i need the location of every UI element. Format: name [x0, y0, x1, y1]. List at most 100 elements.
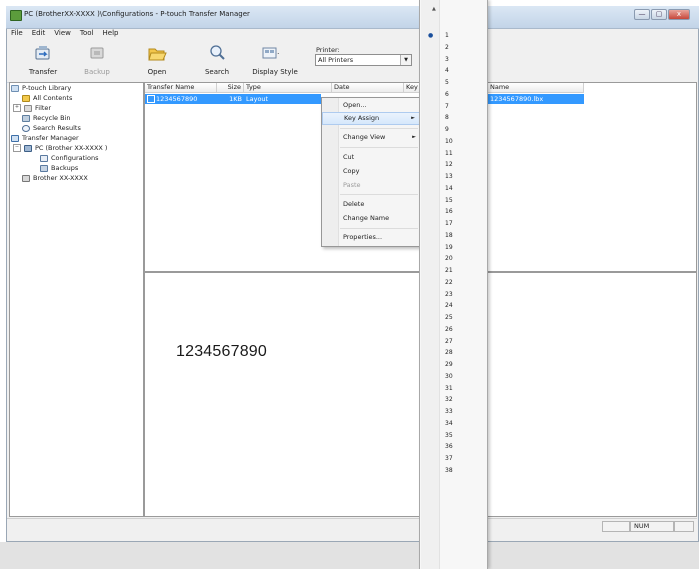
key-number-item[interactable]: ● 1	[420, 30, 487, 42]
tree-item-pc[interactable]: − PC (Brother XX-XXXX )	[13, 143, 107, 153]
key-number-item[interactable]: 16	[420, 206, 487, 218]
printer-value: All Printers	[318, 56, 354, 64]
key-number-item[interactable]: 32	[420, 394, 487, 406]
key-number-item[interactable]: 2	[420, 42, 487, 54]
ctx-change-name[interactable]: Change Name	[322, 212, 420, 225]
key-number-item[interactable]: 20	[420, 253, 487, 265]
tree-item-recycle-bin[interactable]: Recycle Bin	[22, 113, 70, 123]
menu-tool[interactable]: Tool	[80, 28, 94, 39]
tree-item-library[interactable]: P-touch Library	[11, 83, 71, 93]
column-name[interactable]: Name	[488, 83, 584, 93]
key-number-item[interactable]: 3	[420, 54, 487, 66]
key-number-item[interactable]: 27	[420, 336, 487, 348]
scroll-up-arrow-icon[interactable]: ▲	[432, 6, 436, 12]
maximize-button[interactable]: ▢	[651, 9, 667, 20]
close-button[interactable]: x	[668, 9, 690, 20]
row-transfer-name[interactable]: 1234567890	[145, 94, 217, 104]
key-number-item[interactable]: 34	[420, 418, 487, 430]
key-number-item[interactable]: 37	[420, 453, 487, 465]
key-number-item[interactable]: 30	[420, 371, 487, 383]
key-number-item[interactable]: 23	[420, 289, 487, 301]
menu-file[interactable]: File	[11, 28, 23, 39]
column-size[interactable]: Size	[217, 83, 244, 93]
key-number-list: ● 1 2 3 4 5 6 7 8 9 10 11 12 13 14 15 16 17 18 19 20 21 22 23 24…	[420, 30, 487, 477]
chevron-down-icon[interactable]: ▼	[400, 55, 411, 65]
tree-item-configurations[interactable]: Configurations	[40, 153, 98, 163]
key-number-label: 30	[445, 372, 453, 380]
key-number-item[interactable]: 29	[420, 359, 487, 371]
tree-item-label: P-touch Library	[22, 84, 72, 92]
key-number-label: 9	[445, 126, 449, 133]
menu-edit[interactable]: Edit	[32, 28, 46, 39]
key-number-item[interactable]: 24	[420, 300, 487, 312]
key-number-label: 28	[445, 349, 453, 357]
tree-item-all-contents[interactable]: All Contents	[22, 93, 72, 103]
key-number-item[interactable]: 18	[420, 230, 487, 242]
ctx-copy[interactable]: Copy	[322, 165, 420, 178]
key-number-item[interactable]: 35	[420, 430, 487, 442]
key-number-item[interactable]: 22	[420, 277, 487, 289]
key-number-item[interactable]: 17	[420, 218, 487, 230]
transfer-icon	[35, 46, 50, 60]
key-number-label: 33	[445, 408, 453, 415]
tree-item-transfer-manager[interactable]: Transfer Manager	[11, 133, 79, 143]
tree-item-label: Recycle Bin	[33, 114, 71, 122]
key-number-item[interactable]: 8	[420, 112, 487, 124]
key-number-item[interactable]: 13	[420, 171, 487, 183]
key-number-label: 21	[445, 267, 453, 274]
key-number-item[interactable]: 14	[420, 183, 487, 195]
column-date[interactable]: Date	[332, 83, 404, 93]
key-number-item[interactable]: 10	[420, 136, 487, 148]
key-number-item[interactable]: 7	[420, 101, 487, 113]
key-number-item[interactable]: 9	[420, 124, 487, 136]
key-number-item[interactable]: 36	[420, 441, 487, 453]
key-number-item[interactable]: 33	[420, 406, 487, 418]
column-type[interactable]: Type	[244, 83, 332, 93]
key-number-item[interactable]: 25	[420, 312, 487, 324]
key-number-item[interactable]: 11	[420, 148, 487, 160]
ctx-delete[interactable]: Delete	[322, 198, 420, 211]
key-number-item[interactable]: 19	[420, 242, 487, 254]
menu-help[interactable]: Help	[103, 28, 119, 39]
collapse-toggle-icon[interactable]: −	[13, 144, 21, 152]
preview-label-text: 1234567890	[176, 343, 267, 360]
backup-button[interactable]: Backup	[73, 42, 121, 80]
ctx-key-assign[interactable]: Key Assign ►	[322, 112, 420, 125]
search-button[interactable]: Search	[193, 42, 241, 80]
ctx-cut[interactable]: Cut	[322, 151, 420, 164]
row-transfer-name-text: 1234567890	[156, 95, 198, 103]
key-number-item[interactable]: 5	[420, 77, 487, 89]
column-transfer-name[interactable]: Transfer Name	[145, 83, 217, 93]
open-button[interactable]: Open	[133, 42, 181, 80]
window-title: PC (BrotherXX-XXXX )\Configurations - P-…	[24, 10, 250, 18]
transfer-button[interactable]: Transfer	[19, 42, 67, 80]
column-key-assign[interactable]: Key A	[404, 83, 420, 93]
search-label: Search	[204, 68, 230, 76]
key-number-item[interactable]: 6	[420, 89, 487, 101]
key-number-item[interactable]: 12	[420, 159, 487, 171]
ctx-change-view[interactable]: Change View ►	[322, 131, 420, 144]
ctx-paste[interactable]: Paste	[322, 179, 420, 192]
minimize-button[interactable]: —	[634, 9, 650, 20]
desktop-background	[0, 542, 699, 569]
tree-item-backups[interactable]: Backups	[40, 163, 78, 173]
submenu-arrow-icon: ►	[411, 115, 415, 121]
ctx-properties[interactable]: Properties...	[322, 231, 420, 244]
key-number-item[interactable]: 28	[420, 347, 487, 359]
tree-item-brother[interactable]: Brother XX-XXXX	[22, 173, 88, 183]
menu-view[interactable]: View	[54, 28, 71, 39]
key-number-item[interactable]: 4	[420, 65, 487, 77]
display-style-button[interactable]: Display Style	[247, 42, 303, 80]
printer-dropdown[interactable]: All Printers ▼	[315, 54, 412, 66]
expand-toggle-icon[interactable]: +	[13, 104, 21, 112]
key-number-label: 25	[445, 314, 453, 321]
key-number-item[interactable]: 26	[420, 324, 487, 336]
key-number-item[interactable]: 21	[420, 265, 487, 277]
tree-item-filter[interactable]: + Filter	[13, 103, 51, 113]
key-number-item[interactable]: 31	[420, 383, 487, 395]
key-number-item[interactable]: 38	[420, 465, 487, 477]
key-number-item[interactable]: 15	[420, 195, 487, 207]
ctx-open[interactable]: Open...	[322, 99, 420, 112]
radio-check-icon: ●	[428, 32, 434, 39]
tree-item-search-results[interactable]: Search Results	[22, 123, 81, 133]
